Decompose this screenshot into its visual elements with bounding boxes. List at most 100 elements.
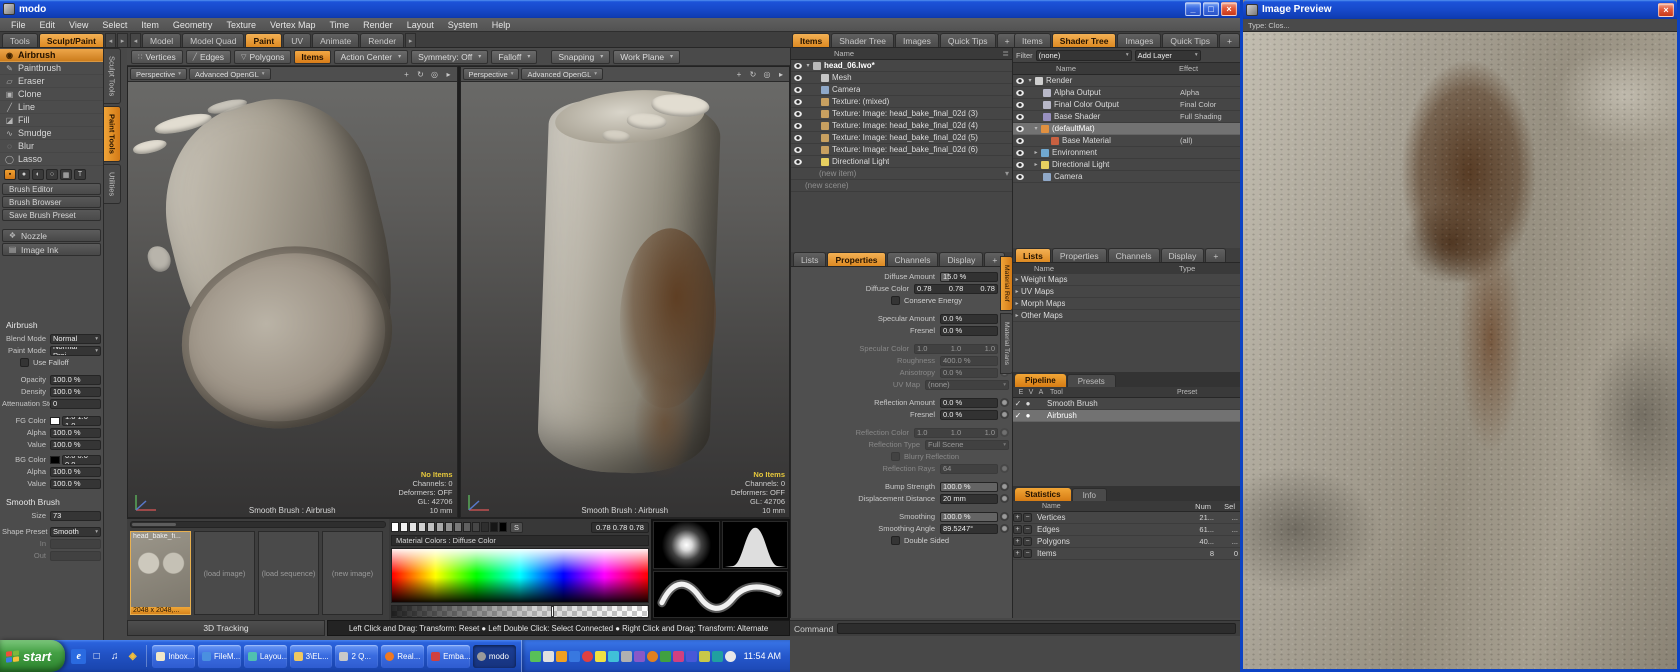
gray-swatch[interactable] (454, 522, 462, 532)
item-row-texture-6[interactable]: Texture: Image: head_bake_final_02d (6) (791, 144, 1012, 156)
shader-row-base-shader[interactable]: Base ShaderFull Shading (1013, 111, 1240, 123)
value-slider-marker[interactable] (551, 606, 554, 617)
tray-icon[interactable] (699, 651, 710, 662)
image-ink-button[interactable]: ▤Image Ink (2, 243, 101, 256)
tool-eraser[interactable]: ▱Eraser (0, 75, 103, 88)
vertices-mode-button[interactable]: ∷Vertices (131, 50, 183, 64)
gray-swatch[interactable] (391, 522, 399, 532)
tab-shader-tree-b[interactable]: Shader Tree (1052, 33, 1117, 47)
visibility-eye-icon[interactable] (791, 75, 804, 81)
pan-icon[interactable]: + (401, 68, 413, 80)
rotate-icon[interactable]: ↻ (415, 68, 427, 80)
projection-dropdown[interactable]: Perspective (463, 68, 520, 80)
mini-slider-icon[interactable] (1000, 410, 1009, 419)
gray-swatch[interactable] (409, 522, 417, 532)
item-row-texture-mixed[interactable]: Texture: (mixed) (791, 96, 1012, 108)
visibility-eye-icon[interactable] (1013, 126, 1026, 132)
visible-dot-icon[interactable]: ● (1023, 399, 1033, 408)
viewport-left[interactable]: Perspective Advanced OpenGL + ↻ ◎ ▸ Smoo… (127, 66, 458, 518)
minus-icon[interactable]: − (1023, 513, 1032, 522)
list-row-other-maps[interactable]: ▸Other Maps (1013, 310, 1240, 322)
gray-swatch[interactable] (427, 522, 435, 532)
specular-fresnel-field[interactable]: 0.0 % (940, 326, 998, 336)
tracking-mode-button[interactable]: 3D Tracking (127, 620, 325, 636)
tray-icon[interactable] (725, 651, 736, 662)
blurry-reflection-checkbox[interactable] (891, 452, 900, 461)
brush-tip-text-icon[interactable]: T (74, 169, 86, 180)
stat-row-items[interactable]: +−Items80 (1013, 548, 1240, 560)
new-scene-row[interactable]: (new scene) (791, 180, 1012, 192)
tool-lasso[interactable]: ◯Lasso (0, 153, 103, 166)
preview-close-button[interactable]: × (1658, 3, 1674, 17)
mini-slider-icon[interactable] (1000, 494, 1009, 503)
minus-icon[interactable]: − (1023, 537, 1032, 546)
tray-icon[interactable] (543, 651, 554, 662)
expander-icon[interactable]: ▾ (804, 62, 812, 69)
visibility-eye-icon[interactable] (791, 63, 804, 69)
taskbar-task-modo[interactable]: modo (473, 645, 516, 668)
shading-dropdown[interactable]: Advanced OpenGL (189, 68, 271, 80)
tab-quick-tips-a[interactable]: Quick Tips (940, 33, 996, 47)
shader-row-alpha-output[interactable]: Alpha OutputAlpha (1013, 87, 1240, 99)
minus-icon[interactable]: − (1023, 525, 1032, 534)
item-row-directional-light[interactable]: Directional Light (791, 156, 1012, 168)
uv-map-dropdown[interactable]: (none) (925, 380, 1009, 390)
tab-info[interactable]: Info (1072, 488, 1107, 501)
shader-row-directional-light[interactable]: ▸Directional Light (1013, 159, 1240, 171)
reflection-rays-field[interactable]: 64 (940, 464, 998, 474)
tray-icon[interactable] (556, 651, 567, 662)
brush-tip-soft-icon[interactable]: ◐ (32, 169, 44, 180)
modo-titlebar[interactable]: modo _ □ × (0, 0, 1240, 18)
visibility-eye-icon[interactable] (791, 147, 804, 153)
tab-uv[interactable]: UV (283, 33, 311, 47)
expander-icon[interactable]: ▸ (1013, 276, 1021, 283)
clip-new-image[interactable]: (new image) (322, 531, 383, 615)
density-field[interactable]: 100.0 % (50, 387, 101, 397)
expander-icon[interactable]: ▾ (1026, 77, 1034, 84)
conserve-energy-checkbox[interactable] (891, 296, 900, 305)
menu-system[interactable]: System (441, 20, 485, 30)
brush-tip-circle-icon[interactable]: ● (18, 169, 30, 180)
tab-scroll-left-icon[interactable]: ◂ (105, 33, 116, 47)
menu-vertex-map[interactable]: Vertex Map (263, 20, 323, 30)
tab-channels-b[interactable]: Channels (1108, 248, 1160, 262)
tab-animate[interactable]: Animate (312, 33, 359, 47)
list-options-icon[interactable]: ≣ (1002, 49, 1009, 58)
tray-icon[interactable] (621, 651, 632, 662)
minimize-button[interactable]: _ (1185, 2, 1201, 16)
viewport-right[interactable]: Perspective Advanced OpenGL + ↻ ◎ ▸ Smoo… (460, 66, 791, 518)
tool-fill[interactable]: ◪Fill (0, 114, 103, 127)
taskbar-task-emba[interactable]: Emba... (427, 645, 470, 668)
clip-load-image[interactable]: (load image) (194, 531, 255, 615)
gray-swatch[interactable] (400, 522, 408, 532)
brush-tip-ring-icon[interactable]: ○ (46, 169, 58, 180)
stone-texture-preview[interactable] (1243, 32, 1677, 669)
out-slider[interactable] (50, 551, 101, 561)
bg-color-swatch[interactable] (50, 456, 60, 464)
tab-display-b[interactable]: Display (1161, 248, 1205, 262)
mini-slider-icon[interactable] (1000, 512, 1009, 521)
tool-clone[interactable]: ▣Clone (0, 88, 103, 101)
bg-alpha-field[interactable]: 100.0 % (50, 467, 101, 477)
swatch-s-button[interactable]: S (510, 522, 523, 533)
gray-swatch[interactable] (490, 522, 498, 532)
mini-slider-icon[interactable] (1000, 482, 1009, 491)
menu-item[interactable]: Item (134, 20, 166, 30)
item-row-scene[interactable]: ▾head_06.lwo* (791, 60, 1012, 72)
tab-paint[interactable]: Paint (245, 33, 282, 47)
item-row-texture-5[interactable]: Texture: Image: head_bake_final_02d (5) (791, 132, 1012, 144)
edges-mode-button[interactable]: ╱Edges (186, 50, 231, 64)
tab-sculpt-paint[interactable]: Sculpt/Paint (39, 33, 104, 47)
tab-display-a[interactable]: Display (939, 252, 983, 266)
reflection-color-field[interactable]: 1.01.01.0 (914, 428, 998, 438)
tray-icon[interactable] (673, 651, 684, 662)
plus-icon[interactable]: + (1013, 513, 1022, 522)
list-row-morph-maps[interactable]: ▸Morph Maps (1013, 298, 1240, 310)
shader-row-final-color-output[interactable]: Final Color OutputFinal Color (1013, 99, 1240, 111)
tray-icon[interactable] (582, 651, 593, 662)
tab-add-lists-b[interactable]: + (1205, 248, 1226, 262)
stone-cylinder-model[interactable] (526, 84, 740, 491)
menu-edit[interactable]: Edit (33, 20, 63, 30)
gray-swatch[interactable] (418, 522, 426, 532)
tab-tools[interactable]: Tools (2, 33, 38, 47)
